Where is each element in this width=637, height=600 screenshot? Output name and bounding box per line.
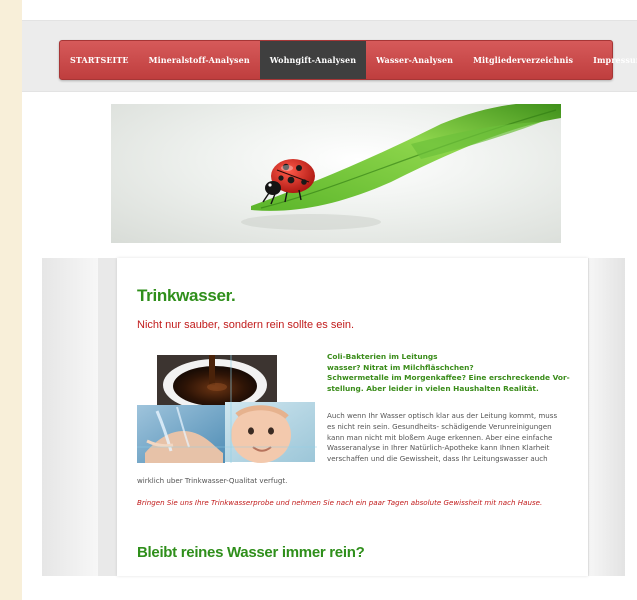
page-title: Trinkwasser. xyxy=(137,286,236,305)
page: STARTSEITE Mineralstoff-Analysen Wohngif… xyxy=(22,0,637,600)
panel-fold-left xyxy=(42,258,98,576)
nav-item-startseite[interactable]: STARTSEITE xyxy=(60,41,139,79)
ladybug-leaf-illustration xyxy=(241,104,561,230)
body-line: es nicht rein sein. Gesundheits- schädig… xyxy=(327,421,552,431)
nav-item-mitgliederverzeichnis[interactable]: Mitgliederverzeichnis xyxy=(463,41,583,79)
section-heading: Bleibt reines Wasser immer rein? xyxy=(137,544,365,561)
lead-line: Coli-Bakterien im Leitungs xyxy=(327,352,438,361)
body-line: Auch wenn Ihr Wasser optisch klar aus de… xyxy=(327,411,558,420)
body-line: verschaffen und die Gewissheit, dass Ihr… xyxy=(327,454,548,464)
collage-svg xyxy=(137,355,317,463)
main-nav: STARTSEITE Mineralstoff-Analysen Wohngif… xyxy=(59,40,637,80)
lead-line: Schwermetalle im Morgenkaffee? Eine ersc… xyxy=(327,373,570,383)
panel-fold-right xyxy=(589,258,625,576)
baby-photo xyxy=(225,402,315,463)
nav-item-mineralstoff-analysen[interactable]: Mineralstoff-Analysen xyxy=(139,41,260,79)
header-band: STARTSEITE Mineralstoff-Analysen Wohngif… xyxy=(22,20,637,92)
lead-line: wasser? Nitrat im Milchfläschchen? xyxy=(327,362,474,372)
nav-item-impressum[interactable]: Impressum xyxy=(583,41,637,79)
content-panel: Trinkwasser. Nicht nur sauber, sondern r… xyxy=(42,258,625,576)
photo-collage xyxy=(137,355,317,465)
nav-item-wasser-analysen[interactable]: Wasser-Analysen xyxy=(366,41,463,79)
article-card: Trinkwasser. Nicht nur sauber, sondern r… xyxy=(117,258,588,576)
body-text: Auch wenn Ihr Wasser optisch klar aus de… xyxy=(327,411,589,465)
lead-text: Coli-Bakterien im Leitungs wasser? Nitra… xyxy=(327,352,577,394)
lead-line: stellung. Aber leider in vielen Haushalt… xyxy=(327,383,539,393)
body-line: kann man nicht mit bloßem Auge erkennen.… xyxy=(327,432,553,442)
body-line: Wasseranalyse in Ihrer Natürlich-Apothek… xyxy=(327,443,550,453)
nav-item-wohngift-analysen[interactable]: Wohngift-Analysen xyxy=(259,41,367,79)
page-subtitle: Nicht nur sauber, sondern rein sollte es… xyxy=(137,319,355,331)
water-hands-photo xyxy=(137,405,225,463)
hero-image xyxy=(111,104,561,243)
body-text-tail: wirklich uber Trinkwasser-Qualitat verfu… xyxy=(137,476,288,485)
call-to-action-note: Bringen Sie uns Ihre Trinkwasserprobe un… xyxy=(137,498,543,507)
